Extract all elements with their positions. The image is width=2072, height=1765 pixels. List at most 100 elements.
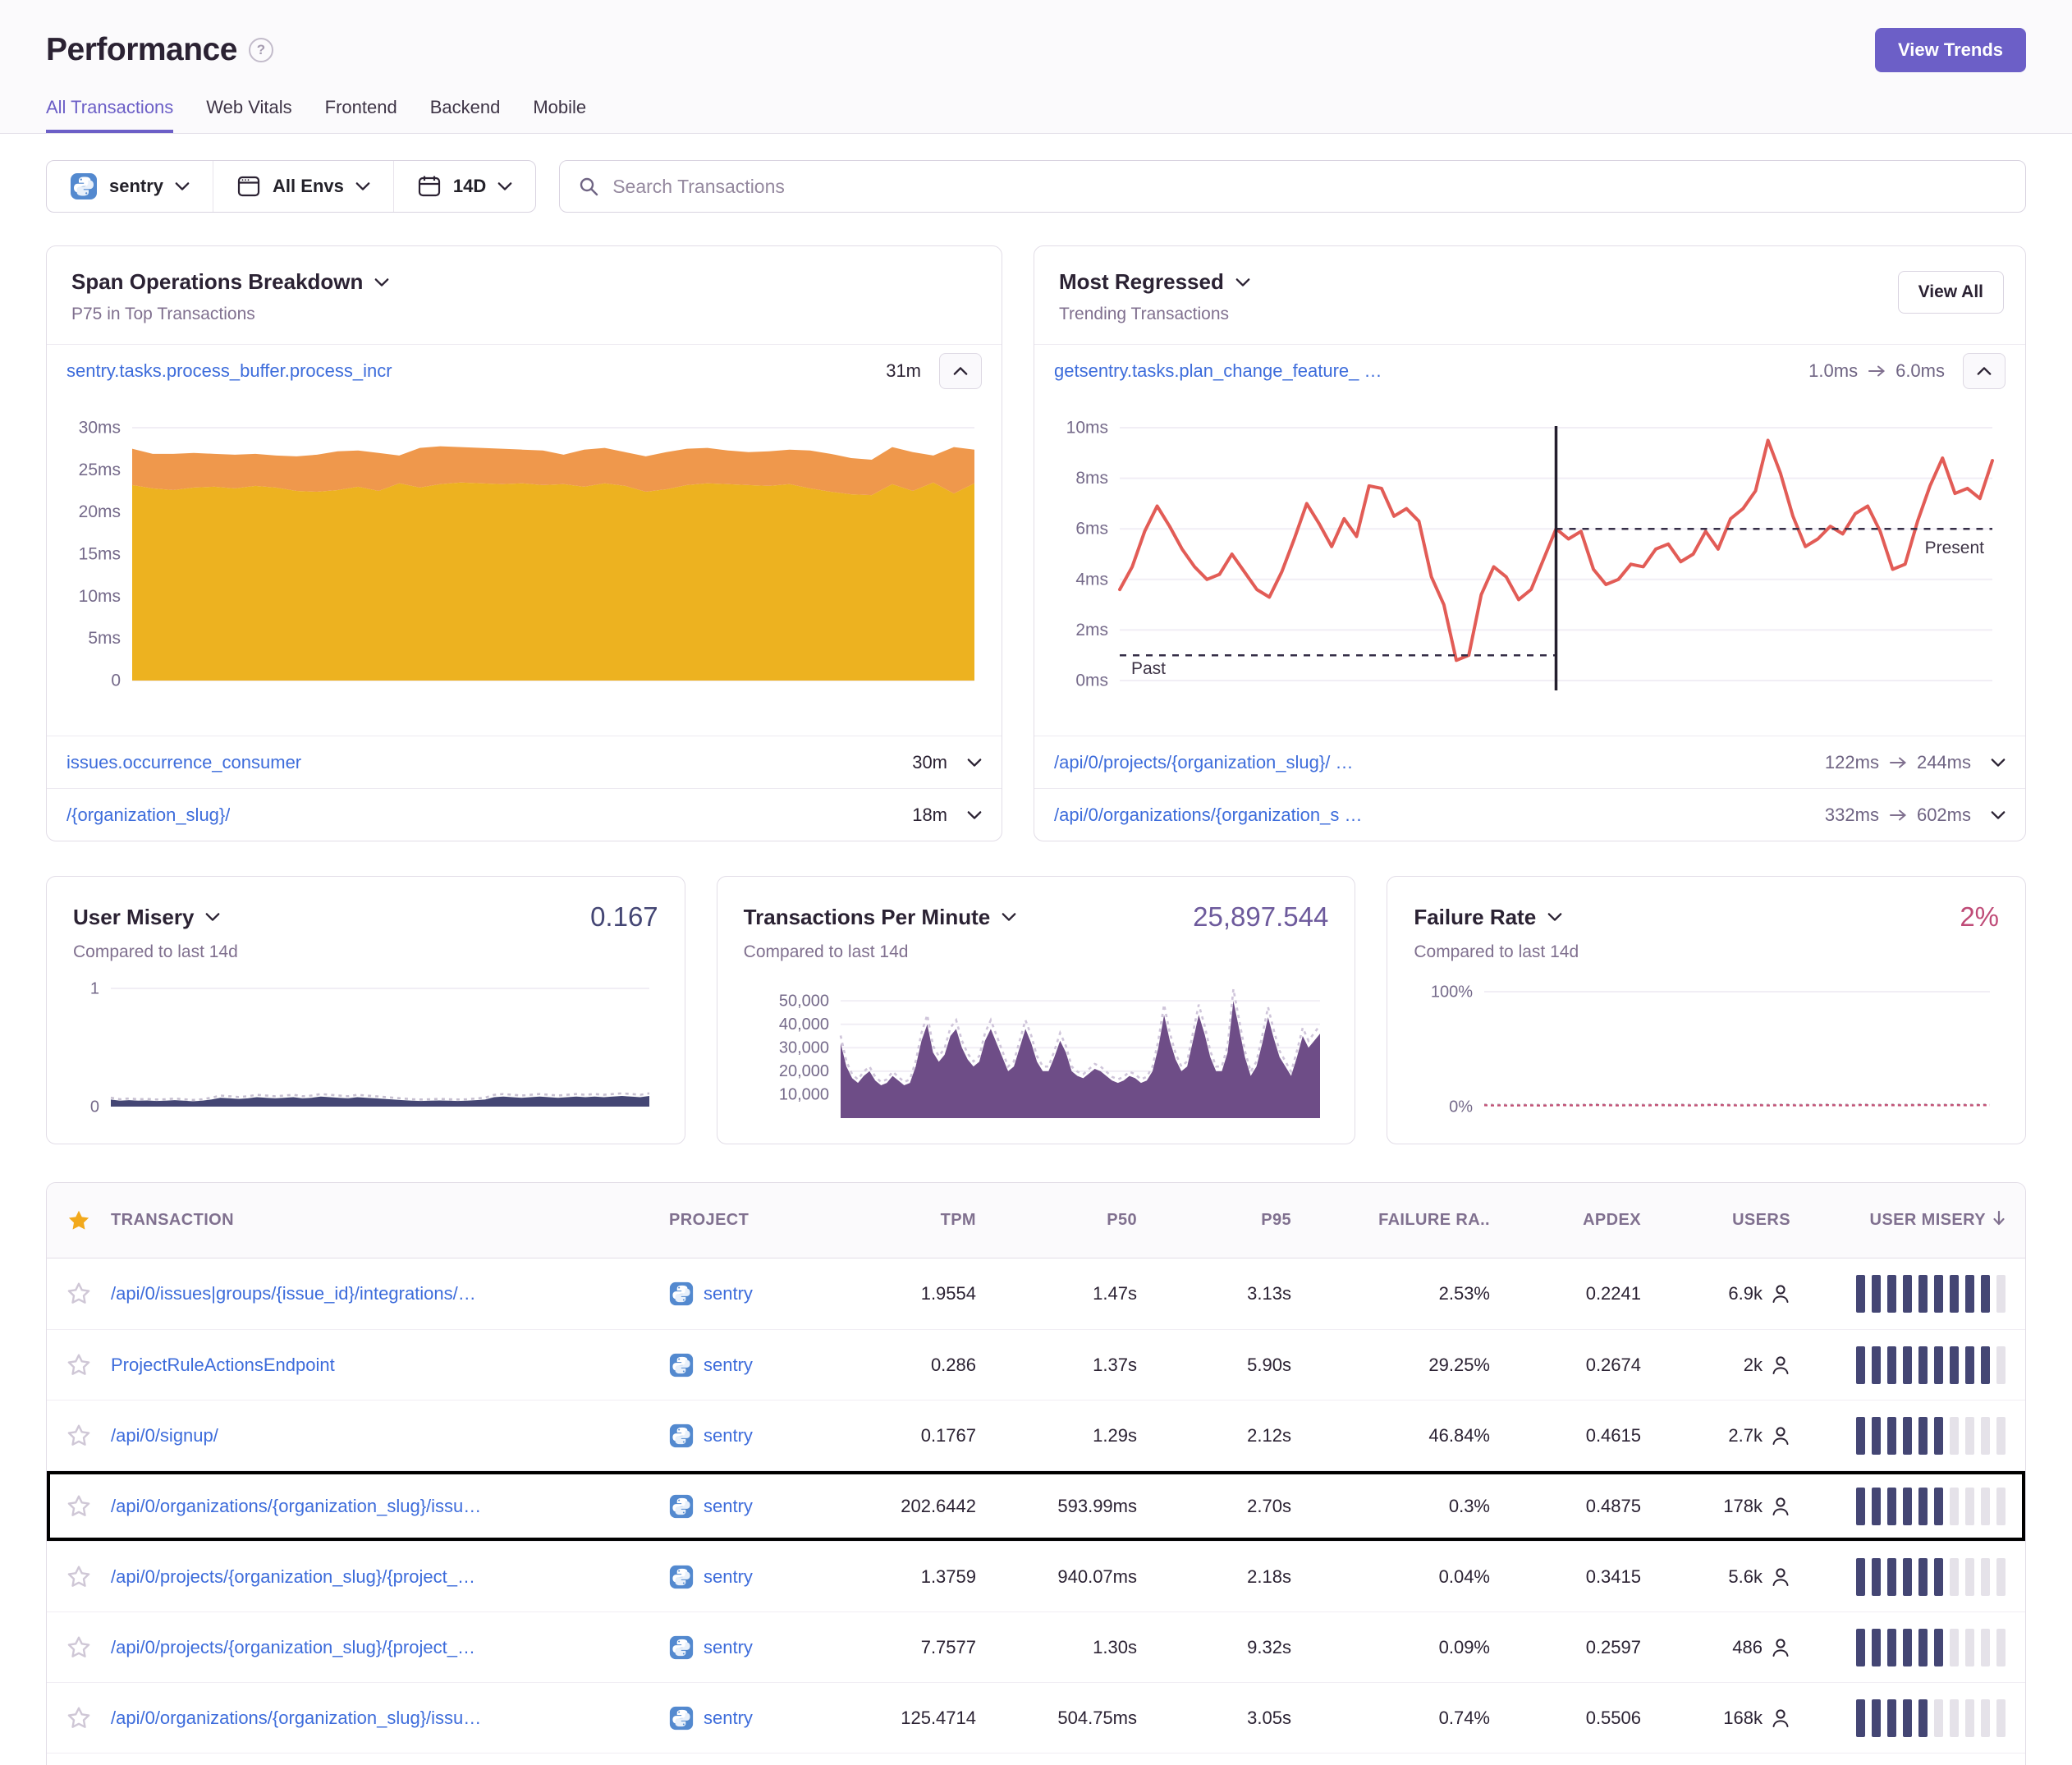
project-link[interactable]: sentry [704,1566,753,1588]
transaction-link[interactable]: /api/0/projects/{organization_slug}/ … [1054,752,1353,773]
transaction-link[interactable]: /api/0/projects/{organization_slug}/{pro… [111,1566,475,1587]
tab-all-transactions[interactable]: All Transactions [46,97,173,133]
expand-button[interactable] [967,758,982,768]
column-header-p50[interactable]: P50 [997,1211,1158,1230]
from-value: 1.0ms [1808,360,1858,382]
transaction-link[interactable]: /api/0/signup/ [111,1425,218,1446]
project-link[interactable]: sentry [704,1425,753,1446]
svg-text:0ms: 0ms [1075,672,1108,690]
column-header-failure-ra-[interactable]: FAILURE RA.. [1313,1211,1511,1230]
favorites-column-star-icon[interactable] [47,1208,111,1234]
table-row[interactable]: /api/0/organizations/{organization_slug}… [47,1682,2025,1753]
chevron-down-icon[interactable] [1235,277,1250,287]
expand-button[interactable] [1991,758,2006,768]
project-link[interactable]: sentry [704,1637,753,1658]
svg-text:20ms: 20ms [79,502,121,521]
project-link[interactable]: sentry [704,1496,753,1517]
environment-filter[interactable]: All Envs [213,161,393,212]
project-link[interactable]: sentry [704,1708,753,1729]
collapse-button[interactable] [1963,353,2006,389]
column-header-p95[interactable]: P95 [1158,1211,1313,1230]
tab-web-vitals[interactable]: Web Vitals [206,97,291,133]
collapse-button[interactable] [939,353,982,389]
view-all-button[interactable]: View All [1898,271,2004,314]
project-link[interactable]: sentry [704,1355,753,1376]
table-row[interactable]: ProjectRuleActionsEndpointsentry0.2861.3… [47,1329,2025,1400]
star-icon[interactable] [47,1564,111,1590]
expand-button[interactable] [1991,810,2006,820]
transaction-link[interactable]: /api/0/organizations/{organization_s … [1054,805,1362,826]
table-row[interactable] [47,1753,2025,1765]
tpm-value: 1.3759 [841,1566,997,1588]
card-title: Transactions Per Minute [744,905,991,930]
users-value: 2.7k [1728,1425,1763,1446]
star-icon[interactable] [47,1705,111,1731]
python-icon [70,172,98,200]
table-row[interactable]: /api/0/issues|groups/{issue_id}/integrat… [47,1258,2025,1329]
transaction-link[interactable]: /api/0/organizations/{organization_slug}… [111,1708,481,1728]
p50-value: 504.75ms [997,1708,1158,1729]
chevron-down-icon[interactable] [374,277,389,287]
tab-frontend[interactable]: Frontend [325,97,397,133]
tab-mobile[interactable]: Mobile [533,97,586,133]
search-input[interactable] [612,176,2007,198]
span-ops-subtitle: P75 in Top Transactions [71,305,977,324]
project-filter[interactable]: sentry [47,161,213,212]
chevron-down-icon [175,181,190,191]
chevron-down-icon[interactable] [1547,912,1562,922]
column-header-transaction[interactable]: TRANSACTION [111,1211,669,1230]
chevron-down-icon[interactable] [205,912,220,922]
user-misery-bar [1812,1488,2025,1525]
failure-rate-value: 0.04% [1313,1566,1511,1588]
table-row[interactable]: /api/0/organizations/{organization_slug}… [47,1470,2025,1541]
expand-button[interactable] [967,810,982,820]
project-link[interactable]: sentry [704,1283,753,1304]
column-header-users[interactable]: USERS [1662,1211,1812,1230]
chevron-down-icon[interactable] [1002,912,1016,922]
chart-panels: Span Operations Breakdown P75 in Top Tra… [46,245,2026,841]
star-icon[interactable] [47,1281,111,1307]
filter-bar: sentry All Envs 14D [0,134,2072,213]
date-range-filter[interactable]: 14D [393,161,535,212]
transaction-link[interactable]: getsentry.tasks.plan_change_feature_ … [1054,360,1382,382]
transaction-link[interactable]: ProjectRuleActionsEndpoint [111,1355,335,1375]
svg-text:2ms: 2ms [1075,621,1108,640]
star-icon[interactable] [47,1634,111,1661]
svg-text:30,000: 30,000 [779,1039,829,1057]
to-value: 244ms [1917,752,1971,773]
view-trends-button[interactable]: View Trends [1875,28,2026,72]
table-header: TRANSACTIONPROJECTTPMP50P95FAILURE RA..A… [47,1183,2025,1258]
svg-text:10ms: 10ms [79,587,121,606]
p95-value: 5.90s [1158,1355,1313,1376]
svg-text:20,000: 20,000 [779,1062,829,1080]
p50-value: 593.99ms [997,1496,1158,1517]
project-filter-label: sentry [109,176,163,197]
apdex-value: 0.4875 [1511,1496,1662,1517]
p95-value: 2.70s [1158,1496,1313,1517]
star-icon[interactable] [47,1493,111,1520]
column-header-project[interactable]: PROJECT [669,1211,841,1230]
transaction-link[interactable]: /{organization_slug}/ [66,805,230,826]
transaction-link[interactable]: /api/0/organizations/{organization_slug}… [111,1496,481,1516]
table-row[interactable]: /api/0/projects/{organization_slug}/{pro… [47,1611,2025,1682]
transaction-link[interactable]: /api/0/issues|groups/{issue_id}/integrat… [111,1283,476,1304]
column-header-user-misery[interactable]: USER MISERY [1812,1210,2025,1231]
transaction-link[interactable]: issues.occurrence_consumer [66,752,301,773]
chevron-down-icon [1991,758,2006,768]
star-icon[interactable] [47,1423,111,1449]
help-icon[interactable]: ? [249,38,273,62]
transaction-link[interactable]: /api/0/projects/{organization_slug}/{pro… [111,1637,475,1657]
sort-desc-icon [1992,1210,2006,1231]
python-icon [669,1423,694,1448]
transaction-link[interactable]: sentry.tasks.process_buffer.process_incr [66,360,392,382]
users-value: 486 [1732,1637,1763,1658]
star-icon[interactable] [47,1352,111,1378]
column-header-apdex[interactable]: APDEX [1511,1211,1662,1230]
column-header-tpm[interactable]: TPM [841,1211,997,1230]
tab-backend[interactable]: Backend [430,97,501,133]
table-row[interactable]: /api/0/signup/sentry0.17671.29s2.12s46.8… [47,1400,2025,1470]
user-icon [1771,1425,1790,1446]
failure-rate-value: 2.53% [1313,1283,1511,1304]
card-value: 2% [1960,901,1999,933]
table-row[interactable]: /api/0/projects/{organization_slug}/{pro… [47,1541,2025,1611]
